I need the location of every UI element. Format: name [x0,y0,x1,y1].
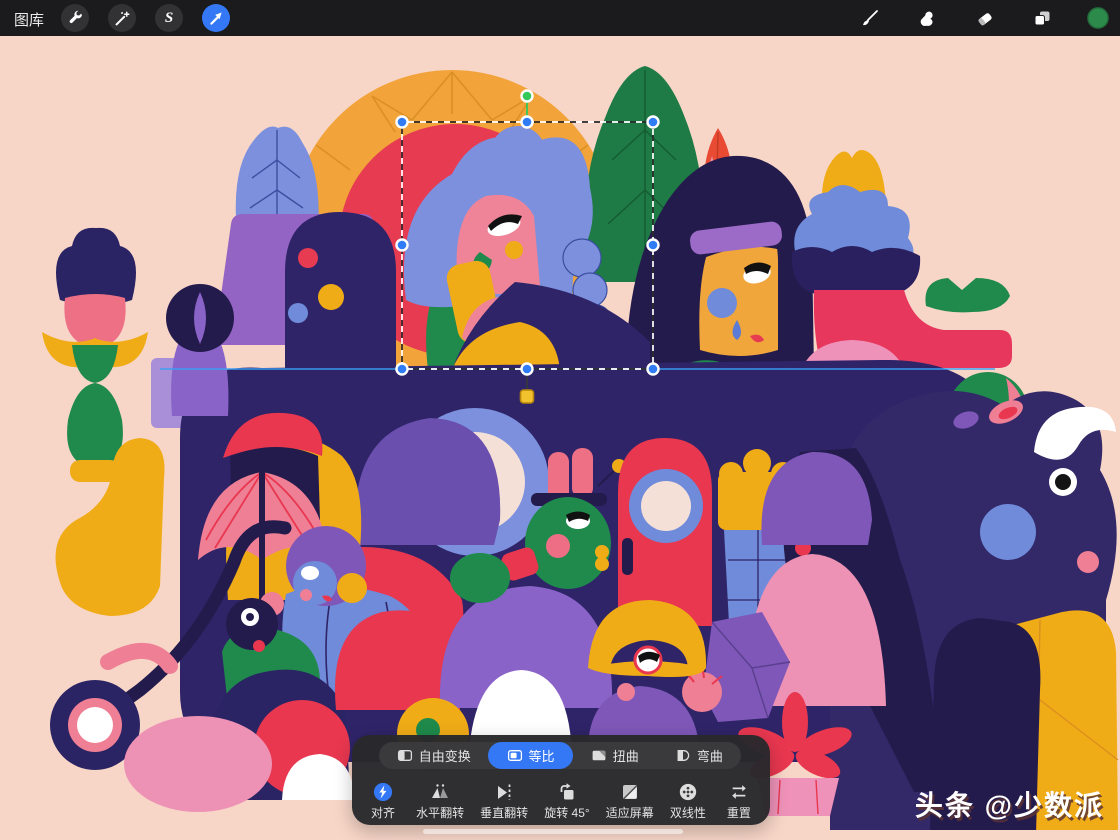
selection-button[interactable]: S [155,4,183,32]
free-transform-icon [397,748,413,763]
action-bilinear[interactable]: 双线性 [670,780,706,821]
mode-uniform[interactable]: 等比 [488,742,572,769]
selection-handle-mid-left[interactable] [397,240,408,251]
color-button[interactable] [1087,7,1109,29]
action-fit-screen[interactable]: 适应屏幕 [606,780,654,821]
brush-button[interactable] [859,7,881,29]
transform-mode-segmented-control: 自由变换 等比 扭曲 弯曲 [379,742,741,769]
action-flip-horizontal[interactable]: 水平翻转 [416,780,464,821]
transform-actions-row: 对齐 水平翻转 垂直翻转 [366,780,756,821]
action-label: 对齐 [371,804,395,821]
layers-icon [1032,8,1052,28]
mode-label: 扭曲 [613,746,639,765]
selection-handle-top-center[interactable] [522,117,533,128]
action-label: 重置 [727,804,751,821]
selection-handle-bottom-right[interactable] [648,364,659,375]
mode-label: 等比 [529,746,555,765]
action-snapping[interactable]: 对齐 [366,780,400,821]
selection-handle-mid-right[interactable] [648,240,659,251]
transform-arrow-icon [208,10,225,27]
wrench-icon [67,10,84,27]
snapping-bolt-icon [373,782,393,802]
color-swatch-icon [1087,6,1109,30]
uniform-icon [507,748,523,763]
mode-label: 弯曲 [697,746,723,765]
transform-button[interactable] [202,4,230,32]
rotate-45-icon [556,782,578,802]
reset-icon [729,782,749,802]
action-label: 水平翻转 [416,804,464,821]
selection-s-icon: S [165,10,173,27]
action-rotate-45[interactable]: 旋转 45° [544,780,589,821]
actions-button[interactable] [61,4,89,32]
selection-handle-bottom-left[interactable] [397,364,408,375]
fit-screen-icon [620,782,640,802]
action-label: 旋转 45° [544,804,589,821]
selection-handle-top-right[interactable] [648,117,659,128]
action-label: 双线性 [670,804,706,821]
warp-icon [675,748,691,763]
mode-free-transform[interactable]: 自由变换 [379,742,488,769]
flip-vertical-icon [493,782,515,802]
eraser-icon [975,8,995,28]
selection-handle-bottom-center[interactable] [522,364,533,375]
shear-handle[interactable] [521,390,534,403]
selection-handle-top-left[interactable] [397,117,408,128]
home-indicator[interactable] [423,829,683,834]
action-label: 垂直翻转 [480,804,528,821]
procreate-app: 图库 S [0,0,1120,840]
flip-horizontal-icon [428,782,452,802]
eraser-button[interactable] [974,7,996,29]
rotation-handle[interactable] [522,91,533,102]
bilinear-icon [678,782,698,802]
smudge-button[interactable] [916,7,938,29]
transform-panel: 自由变换 等比 扭曲 弯曲 [352,735,770,825]
mode-label: 自由变换 [419,746,471,765]
mode-distort[interactable]: 扭曲 [573,742,657,769]
paint-brush-icon [860,8,880,28]
top-toolbar: 图库 S [0,0,1120,36]
mode-warp[interactable]: 弯曲 [657,742,741,769]
gallery-button[interactable]: 图库 [14,9,44,30]
action-flip-vertical[interactable]: 垂直翻转 [480,780,528,821]
adjustments-button[interactable] [108,4,136,32]
distort-icon [591,748,607,763]
smudge-finger-icon [917,8,937,28]
action-label: 适应屏幕 [606,804,654,821]
magic-wand-icon [114,10,131,27]
canvas[interactable] [0,0,1120,840]
layers-button[interactable] [1031,7,1053,29]
watermark: 头条 @少数派 [915,784,1104,824]
action-reset[interactable]: 重置 [722,780,756,821]
